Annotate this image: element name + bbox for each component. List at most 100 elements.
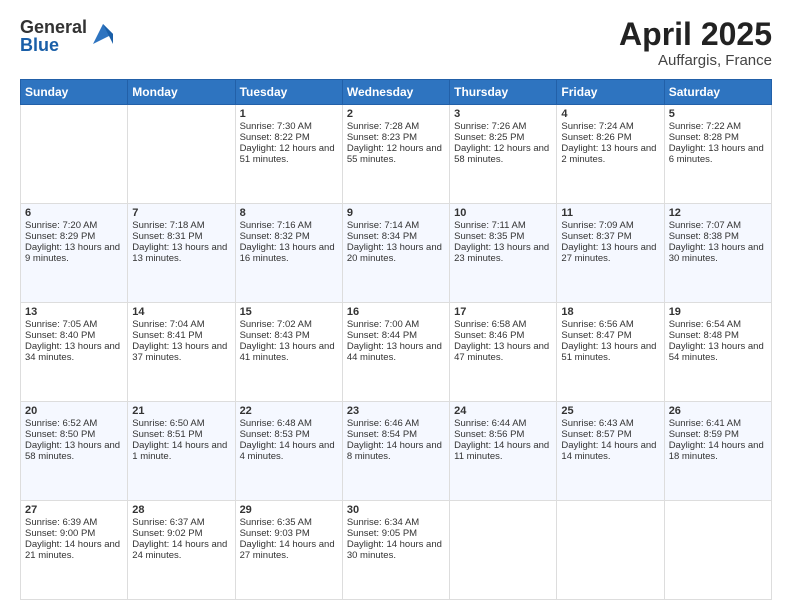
day-info: Sunrise: 7:22 AM (669, 121, 767, 132)
day-info: Sunset: 8:34 PM (347, 231, 445, 242)
day-info: Daylight: 14 hours and 21 minutes. (25, 539, 123, 561)
day-number: 7 (132, 207, 230, 219)
calendar-cell: 16Sunrise: 7:00 AMSunset: 8:44 PMDayligh… (342, 303, 449, 402)
calendar-week-5: 27Sunrise: 6:39 AMSunset: 9:00 PMDayligh… (21, 501, 772, 600)
day-info: Sunrise: 7:02 AM (240, 319, 338, 330)
day-number: 9 (347, 207, 445, 219)
day-info: Sunrise: 6:34 AM (347, 517, 445, 528)
day-info: Sunrise: 7:14 AM (347, 220, 445, 231)
header: General Blue April 2025 Auffargis, Franc… (20, 18, 772, 69)
day-info: Sunrise: 6:39 AM (25, 517, 123, 528)
day-info: Sunrise: 7:30 AM (240, 121, 338, 132)
day-number: 21 (132, 405, 230, 417)
calendar-cell: 20Sunrise: 6:52 AMSunset: 8:50 PMDayligh… (21, 402, 128, 501)
day-info: Sunrise: 7:20 AM (25, 220, 123, 231)
calendar-cell: 10Sunrise: 7:11 AMSunset: 8:35 PMDayligh… (450, 204, 557, 303)
day-info: Sunset: 8:22 PM (240, 132, 338, 143)
day-info: Sunset: 8:35 PM (454, 231, 552, 242)
calendar-cell: 4Sunrise: 7:24 AMSunset: 8:26 PMDaylight… (557, 105, 664, 204)
day-info: Sunrise: 6:50 AM (132, 418, 230, 429)
day-info: Sunset: 8:44 PM (347, 330, 445, 341)
calendar-cell: 15Sunrise: 7:02 AMSunset: 8:43 PMDayligh… (235, 303, 342, 402)
day-info: Sunrise: 7:04 AM (132, 319, 230, 330)
calendar-cell: 9Sunrise: 7:14 AMSunset: 8:34 PMDaylight… (342, 204, 449, 303)
day-info: Sunrise: 7:24 AM (561, 121, 659, 132)
day-info: Sunset: 9:02 PM (132, 528, 230, 539)
calendar-cell (21, 105, 128, 204)
day-number: 1 (240, 108, 338, 120)
day-info: Sunset: 8:50 PM (25, 429, 123, 440)
col-saturday: Saturday (664, 80, 771, 105)
day-info: Sunset: 8:38 PM (669, 231, 767, 242)
calendar-cell: 24Sunrise: 6:44 AMSunset: 8:56 PMDayligh… (450, 402, 557, 501)
location: Auffargis, France (619, 52, 772, 69)
day-number: 8 (240, 207, 338, 219)
day-number: 24 (454, 405, 552, 417)
day-info: Sunset: 8:26 PM (561, 132, 659, 143)
calendar-cell: 1Sunrise: 7:30 AMSunset: 8:22 PMDaylight… (235, 105, 342, 204)
day-info: Daylight: 13 hours and 27 minutes. (561, 242, 659, 264)
page: General Blue April 2025 Auffargis, Franc… (0, 0, 792, 612)
calendar-cell: 29Sunrise: 6:35 AMSunset: 9:03 PMDayligh… (235, 501, 342, 600)
day-info: Sunset: 8:59 PM (669, 429, 767, 440)
calendar-cell: 28Sunrise: 6:37 AMSunset: 9:02 PMDayligh… (128, 501, 235, 600)
calendar-week-4: 20Sunrise: 6:52 AMSunset: 8:50 PMDayligh… (21, 402, 772, 501)
day-number: 15 (240, 306, 338, 318)
day-info: Sunset: 8:29 PM (25, 231, 123, 242)
day-number: 22 (240, 405, 338, 417)
logo-blue: Blue (20, 36, 87, 54)
day-info: Sunrise: 6:52 AM (25, 418, 123, 429)
day-info: Daylight: 13 hours and 6 minutes. (669, 143, 767, 165)
day-info: Daylight: 13 hours and 37 minutes. (132, 341, 230, 363)
day-info: Sunset: 8:48 PM (669, 330, 767, 341)
day-info: Sunrise: 7:26 AM (454, 121, 552, 132)
day-info: Sunrise: 6:41 AM (669, 418, 767, 429)
logo: General Blue (20, 18, 117, 54)
day-number: 10 (454, 207, 552, 219)
day-info: Sunrise: 6:54 AM (669, 319, 767, 330)
day-info: Sunset: 8:51 PM (132, 429, 230, 440)
day-info: Daylight: 13 hours and 58 minutes. (25, 440, 123, 462)
day-info: Sunrise: 7:16 AM (240, 220, 338, 231)
day-number: 19 (669, 306, 767, 318)
day-info: Daylight: 14 hours and 14 minutes. (561, 440, 659, 462)
day-number: 14 (132, 306, 230, 318)
day-info: Sunrise: 7:28 AM (347, 121, 445, 132)
calendar-cell: 5Sunrise: 7:22 AMSunset: 8:28 PMDaylight… (664, 105, 771, 204)
day-number: 30 (347, 504, 445, 516)
calendar-cell: 25Sunrise: 6:43 AMSunset: 8:57 PMDayligh… (557, 402, 664, 501)
day-number: 23 (347, 405, 445, 417)
day-info: Sunset: 8:47 PM (561, 330, 659, 341)
calendar-cell (664, 501, 771, 600)
day-info: Daylight: 14 hours and 11 minutes. (454, 440, 552, 462)
day-info: Sunset: 8:46 PM (454, 330, 552, 341)
calendar-cell: 21Sunrise: 6:50 AMSunset: 8:51 PMDayligh… (128, 402, 235, 501)
calendar-week-1: 1Sunrise: 7:30 AMSunset: 8:22 PMDaylight… (21, 105, 772, 204)
calendar-cell: 17Sunrise: 6:58 AMSunset: 8:46 PMDayligh… (450, 303, 557, 402)
day-number: 4 (561, 108, 659, 120)
day-info: Sunrise: 6:43 AM (561, 418, 659, 429)
day-info: Sunset: 8:32 PM (240, 231, 338, 242)
day-info: Sunset: 8:40 PM (25, 330, 123, 341)
calendar-cell: 11Sunrise: 7:09 AMSunset: 8:37 PMDayligh… (557, 204, 664, 303)
col-wednesday: Wednesday (342, 80, 449, 105)
day-info: Daylight: 13 hours and 9 minutes. (25, 242, 123, 264)
calendar-cell (557, 501, 664, 600)
logo-icon (89, 20, 117, 48)
day-info: Daylight: 14 hours and 24 minutes. (132, 539, 230, 561)
day-number: 11 (561, 207, 659, 219)
day-info: Daylight: 13 hours and 54 minutes. (669, 341, 767, 363)
calendar-cell: 6Sunrise: 7:20 AMSunset: 8:29 PMDaylight… (21, 204, 128, 303)
day-number: 12 (669, 207, 767, 219)
calendar-cell: 2Sunrise: 7:28 AMSunset: 8:23 PMDaylight… (342, 105, 449, 204)
day-number: 16 (347, 306, 445, 318)
day-info: Daylight: 12 hours and 51 minutes. (240, 143, 338, 165)
day-info: Sunset: 8:28 PM (669, 132, 767, 143)
day-info: Sunset: 8:53 PM (240, 429, 338, 440)
day-info: Sunset: 8:31 PM (132, 231, 230, 242)
day-number: 26 (669, 405, 767, 417)
day-number: 17 (454, 306, 552, 318)
day-info: Sunrise: 7:18 AM (132, 220, 230, 231)
calendar-header-row: Sunday Monday Tuesday Wednesday Thursday… (21, 80, 772, 105)
day-number: 29 (240, 504, 338, 516)
